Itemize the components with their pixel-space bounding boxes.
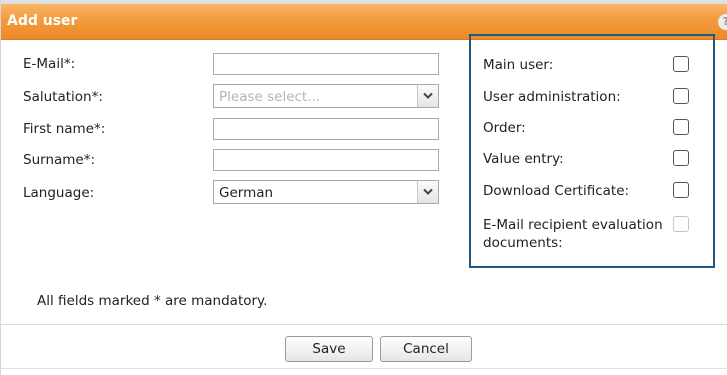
first-name-field[interactable]	[213, 118, 439, 140]
save-button[interactable]: Save	[285, 336, 373, 362]
email-recipient-checkbox	[673, 216, 689, 232]
user-administration-checkbox[interactable]	[673, 88, 689, 104]
surname-label: Surname*:	[23, 152, 96, 168]
email-label: E-Mail*:	[23, 56, 76, 72]
permission-label-value-entry: Value entry:	[483, 151, 564, 167]
main-user-checkbox[interactable]	[673, 56, 689, 72]
chevron-down-icon	[423, 92, 433, 99]
surname-field[interactable]	[213, 149, 439, 171]
salutation-placeholder: Please select...	[219, 89, 321, 105]
chevron-down-icon	[423, 188, 433, 195]
language-value: German	[219, 185, 274, 201]
permission-label-email-recipient: E-Mail recipient evaluation documents:	[483, 217, 663, 251]
download-certificate-checkbox[interactable]	[673, 182, 689, 198]
order-checkbox[interactable]	[673, 119, 689, 135]
language-select[interactable]: German	[213, 180, 439, 204]
cancel-button[interactable]: Cancel	[380, 336, 472, 362]
first-name-label: First name*:	[23, 121, 106, 137]
salutation-select[interactable]: Please select...	[213, 84, 439, 108]
footer-divider	[1, 324, 727, 325]
footer-bottom-line	[1, 368, 727, 369]
language-dropdown-button[interactable]	[417, 181, 438, 203]
salutation-dropdown-button[interactable]	[417, 85, 438, 107]
add-user-dialog: Add user ? E-Mail*: Salutation*: Please …	[0, 0, 727, 375]
mandatory-note: All fields marked * are mandatory.	[37, 293, 268, 309]
email-field[interactable]	[213, 53, 439, 75]
help-icon[interactable]: ?	[718, 14, 727, 30]
dialog-title: Add user	[7, 13, 78, 29]
language-label: Language:	[23, 185, 95, 201]
salutation-label: Salutation*:	[23, 89, 103, 105]
permission-label-download-certificate: Download Certificate:	[483, 183, 630, 199]
permission-label-user-administration: User administration:	[483, 89, 621, 105]
permission-label-order: Order:	[483, 120, 526, 136]
permission-label-main-user: Main user:	[483, 57, 554, 73]
value-entry-checkbox[interactable]	[673, 150, 689, 166]
